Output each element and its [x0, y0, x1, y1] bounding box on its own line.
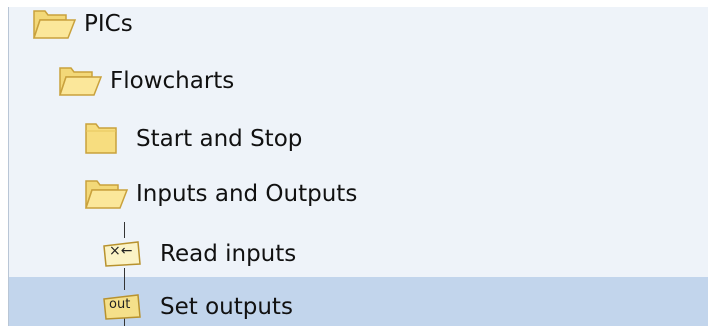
set-outputs-icon: out — [102, 291, 142, 321]
tree-item-label: PICs — [84, 11, 133, 37]
set-outputs-icon-text: out — [109, 297, 131, 312]
tree-item-pics[interactable]: PICs — [30, 4, 133, 44]
tree-item-flowcharts[interactable]: Flowcharts — [56, 61, 234, 101]
read-inputs-icon-text: ×← — [109, 243, 133, 259]
tree-item-start-and-stop[interactable]: Start and Stop — [82, 119, 302, 159]
folder-open-icon — [84, 180, 129, 209]
folder-open-icon — [32, 10, 77, 39]
tree-item-label: Flowcharts — [110, 68, 235, 94]
tree-item-label: Start and Stop — [136, 126, 303, 152]
read-inputs-icon: ×← — [102, 238, 142, 268]
tree-item-label: Read inputs — [160, 241, 297, 267]
tree-item-inputs-and-outputs[interactable]: Inputs and Outputs — [82, 174, 357, 214]
folder-open-icon — [58, 67, 103, 96]
tree-item-read-inputs[interactable]: ×← Read inputs — [102, 234, 296, 274]
folder-closed-icon — [85, 123, 117, 154]
tree-item-label: Set outputs — [160, 294, 293, 320]
tree-item-label: Inputs and Outputs — [136, 181, 358, 207]
tree-item-set-outputs[interactable]: out Set outputs — [102, 287, 293, 326]
project-tree: PICs Flowcharts Start and Stop Inputs an… — [0, 0, 708, 326]
